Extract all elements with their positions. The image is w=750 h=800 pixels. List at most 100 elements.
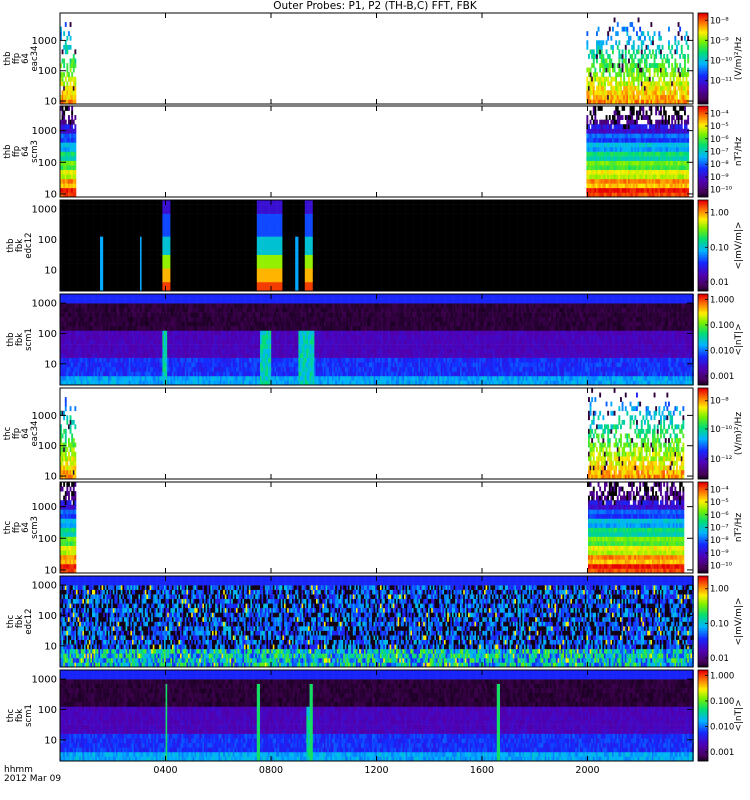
y-tick-label: 1000 [32, 36, 57, 47]
spectrogram-thb-ffp-scm3 [60, 106, 689, 197]
colorbar-tick-label: 0.010 [710, 722, 734, 732]
colorbar-tick-label: 10⁻⁶ [710, 511, 729, 521]
colorbar-tick-label: 10⁻¹⁰ [710, 425, 733, 435]
y-tick-label: 1000 [32, 675, 57, 686]
colorbar-tick-label: 10⁻¹¹ [710, 76, 732, 86]
y-tick-label: 100 [38, 158, 57, 169]
spectrogram-thb-fbk-scm1 [60, 294, 694, 385]
x-tick-label: 2000 [575, 765, 599, 776]
y-tick-label: 1000 [32, 581, 57, 592]
colorbar-tick-label: 10⁻⁴ [710, 485, 729, 495]
y-tick-label: 100 [38, 66, 57, 77]
y-tick-label: 100 [38, 329, 57, 340]
time-axis-footer: hhmm 2012 Mar 09 [4, 766, 61, 784]
y-axis-label: scm3 [30, 516, 40, 539]
spectrogram-thb-ffp-eac34 [60, 18, 689, 105]
colorbar-tick-label: 10⁻⁹ [710, 36, 729, 46]
y-axis-label: scm3 [30, 140, 40, 163]
y-tick-label: 100 [38, 441, 57, 452]
colorbar-tick-label: 0.01 [710, 654, 729, 664]
y-tick-label: 1000 [32, 299, 57, 310]
x-tick-label: 0800 [259, 765, 283, 776]
colorbar-title: <|nT|> [734, 323, 744, 355]
colorbar-title: nT²/Hz [734, 513, 744, 543]
y-axis-label: eac34 [30, 421, 40, 447]
colorbar-tick-label: 0.001 [710, 748, 734, 758]
colorbar-tick-label: 0.001 [710, 372, 734, 382]
colorbar-tick-label: 0.100 [710, 321, 734, 331]
colorbar-tick-label: 1.000 [710, 671, 734, 681]
colorbar-tick-label: 10⁻⁷ [710, 148, 729, 158]
y-axis-label: eac34 [30, 46, 40, 72]
spectrogram-thc-ffp-eac34 [60, 388, 684, 479]
spectrogram-thc-ffp-scm3 [60, 482, 684, 573]
colorbar-tick-label: 10⁻¹⁰ [710, 56, 733, 66]
panel-thb-ffp-eac34: 101001000thb ffp 64 eac3410⁻⁸10⁻⁹10⁻¹⁰10⁻¹¹… [3, 13, 744, 108]
colorbar-thc-ffp-eac34: 10⁻⁸ 10⁻¹⁰ 10⁻¹²(V/m)²/Hz [698, 388, 744, 479]
y-tick-label: 10 [44, 359, 57, 370]
colorbar-thb-fbk-edc12: 1.00 0.10 0.01 <|mV/m|> [698, 200, 744, 291]
y-tick-label: 1000 [32, 205, 57, 216]
x-tick-label: 1200 [364, 765, 388, 776]
colorbar-tick-label: 0.010 [710, 346, 734, 356]
panel-thc-ffp-scm3: 101001000thc ffp 64 scm310⁻⁴10⁻⁵10⁻⁶10⁻⁷10⁻… [3, 482, 744, 576]
x-tick-label: 0400 [153, 765, 177, 776]
colorbar-tick-label: 1.00 [710, 585, 729, 595]
y-tick-label: 1000 [32, 411, 57, 422]
y-tick-label: 10 [44, 735, 57, 746]
x-tick-label: 1600 [470, 765, 494, 776]
spectrogram-thc-fbk-edc12 [60, 576, 694, 667]
colorbar-tick-label: 10⁻¹⁰ [710, 186, 733, 196]
y-axis-label: edc12 [24, 232, 34, 258]
panel-thc-fbk-edc12: 101001000thc fbk edc121.000.100.01<|mV/m|> [6, 576, 744, 667]
colorbar-tick-label: 10⁻⁹ [710, 173, 729, 183]
colorbar-tick-label: 10⁻⁶ [710, 135, 729, 145]
colorbar-tick-label: 0.01 [710, 278, 729, 288]
y-tick-label: 1000 [32, 502, 57, 513]
colorbar-tick-label: 1.000 [710, 295, 734, 305]
colorbar-title: nT²/Hz [734, 137, 744, 167]
y-tick-label: 1000 [32, 126, 57, 137]
date-label: 2012 Mar 09 [4, 775, 61, 784]
y-tick-label: 10 [44, 565, 57, 576]
colorbar-tick-label: 0.10 [710, 243, 729, 253]
colorbar-tick-label: 10⁻¹² [710, 455, 732, 465]
colorbar-tick-label: 10⁻⁸ [710, 16, 729, 26]
y-tick-label: 10 [44, 97, 57, 108]
y-tick-label: 100 [38, 705, 57, 716]
colorbar-tick-label: 10⁻⁸ [710, 397, 729, 407]
colorbar-title: (V/m)²/Hz [734, 412, 744, 455]
panel-thb-fbk-scm1: 101001000thb fbk scm11.0000.1000.0100.001<… [6, 294, 744, 385]
colorbar-tick-label: 10⁻¹⁰ [710, 562, 733, 572]
y-tick-label: 10 [44, 641, 57, 652]
y-tick-label: 100 [38, 235, 57, 246]
colorbar-title: (V/m)²/Hz [734, 37, 744, 80]
colorbar-thb-ffp-scm3: 10⁻⁴ 10⁻⁵ 10⁻⁶ 10⁻⁷ 10⁻⁸ 10⁻⁹ 10⁻¹⁰ nT²/Hz [698, 106, 744, 197]
colorbar-tick-label: 0.100 [710, 697, 734, 707]
panel-thc-fbk-scm1: 101001000thc fbk scm11.0000.1000.0100.001<… [6, 670, 744, 761]
colorbar-tick-label: 10⁻⁸ [710, 536, 729, 546]
y-axis-label: scm1 [24, 328, 34, 351]
colorbar-title: <|mV/m|> [734, 598, 744, 646]
colorbar-thc-ffp-scm3: 10⁻⁴ 10⁻⁵ 10⁻⁶ 10⁻⁷ 10⁻⁸ 10⁻⁹ 10⁻¹⁰ nT²/Hz [698, 482, 744, 573]
colorbar-tick-label: 10⁻⁸ [710, 160, 729, 170]
y-axis-label: scm1 [24, 704, 34, 727]
colorbar-thc-fbk-edc12: 1.00 0.10 0.01 <|mV/m|> [698, 576, 744, 667]
y-tick-label: 10 [44, 265, 57, 276]
colorbar-tick-label: 1.00 [710, 209, 729, 219]
colorbar-tick-label: 10⁻⁹ [710, 549, 729, 559]
spectrogram-thc-fbk-scm1 [60, 670, 694, 761]
colorbar-title: <|mV/m|> [734, 222, 744, 270]
colorbar-tick-label: 10⁻⁴ [710, 109, 729, 119]
spectrogram-stack: 101001000thb ffp 64 eac3410⁻⁸10⁻⁹10⁻¹⁰10⁻¹¹… [0, 0, 750, 800]
y-tick-label: 100 [38, 611, 57, 622]
colorbar-thb-fbk-scm1: 1.000 0.100 0.010 0.001 <|nT|> [698, 294, 744, 385]
colorbar-thb-ffp-eac34: 10⁻⁸ 10⁻⁹ 10⁻¹⁰ 10⁻¹¹(V/m)²/Hz [698, 13, 744, 104]
panel-thb-fbk-edc12: 101001000thb fbk edc121.000.100.01<|mV/m|> [6, 200, 744, 291]
colorbar-tick-label: 10⁻⁵ [710, 122, 729, 132]
colorbar-tick-label: 0.10 [710, 619, 729, 629]
colorbar-tick-label: 10⁻⁵ [710, 498, 729, 508]
panel-thc-ffp-eac34: 101001000thc ffp 64 eac3410⁻⁸10⁻¹⁰10⁻¹²(V/m… [3, 388, 744, 483]
spectrogram-thb-fbk-edc12 [60, 200, 694, 291]
colorbar-tick-label: 10⁻⁷ [710, 524, 729, 534]
